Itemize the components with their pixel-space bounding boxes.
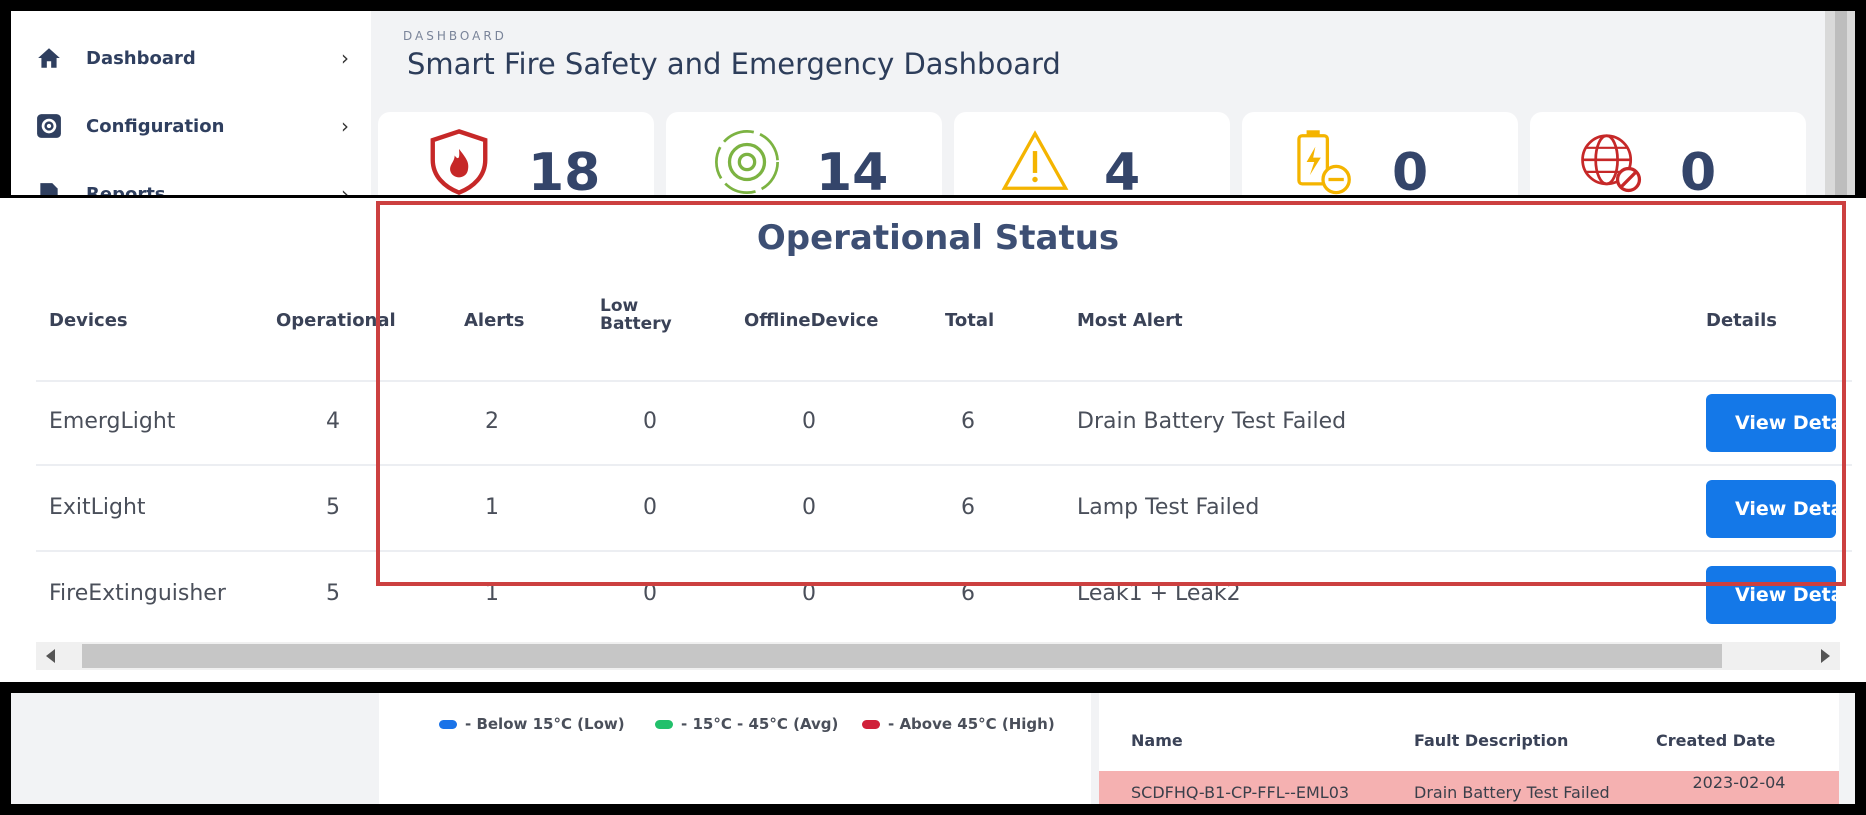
cell-total: 6	[961, 581, 975, 606]
cell-fault-description: Drain Battery Test Failed	[1414, 783, 1610, 802]
cell-total: 6	[961, 409, 975, 434]
stat-value: 0	[1392, 143, 1429, 195]
gear-icon	[36, 113, 62, 139]
cell-operational: 5	[326, 495, 340, 520]
dashboard-header-region: Dashboard › Configuration › Reports › DA…	[11, 11, 1855, 195]
cell-most-alert: Lamp Test Failed	[1077, 495, 1260, 520]
bottom-strip: - Below 15°C (Low) - 15°C - 45°C (Avg) -…	[0, 682, 1866, 815]
sidebar-item-label: Configuration	[86, 115, 225, 137]
top-strip: Dashboard › Configuration › Reports › DA…	[0, 0, 1866, 198]
legend-label: - Above 45°C (High)	[888, 715, 1055, 733]
scroll-left-icon[interactable]	[46, 649, 55, 663]
cell-low-battery: 0	[643, 409, 657, 434]
cell-low-battery: 0	[643, 581, 657, 606]
report-icon	[36, 181, 62, 195]
sidebar-item-dashboard[interactable]: Dashboard ›	[11, 33, 371, 83]
cell-alerts: 2	[485, 409, 499, 434]
stat-card-alerts[interactable]: 4	[954, 112, 1230, 195]
legend-swatch	[439, 719, 457, 729]
column-header-low-battery: Low Battery	[600, 297, 672, 334]
stat-card-low-battery[interactable]: 0	[1242, 112, 1518, 195]
sidebar-item-label: Dashboard	[86, 47, 196, 69]
cell-total: 6	[961, 495, 975, 520]
legend-item-avg: - 15°C - 45°C (Avg)	[655, 715, 838, 733]
column-header-alerts: Alerts	[464, 310, 525, 331]
sidebar-item-reports[interactable]: Reports ›	[11, 169, 371, 195]
cell-name: SCDFHQ-B1-CP-FFL--EML03	[1131, 783, 1350, 802]
cell-device: FireExtinguisher	[49, 581, 226, 606]
dashboard-lower-region: - Below 15°C (Low) - 15°C - 45°C (Avg) -…	[11, 693, 1855, 804]
scrollbar-thumb[interactable]	[1835, 11, 1847, 195]
low-battery-icon	[1288, 127, 1358, 195]
cell-operational: 4	[326, 409, 340, 434]
column-header-low-battery-line2: Battery	[600, 313, 672, 334]
stat-card-offline[interactable]: 0	[1530, 112, 1806, 195]
column-header-operational: Operational	[276, 310, 396, 331]
temperature-panel: - Below 15°C (Low) - 15°C - 45°C (Avg) -…	[379, 693, 1091, 804]
stat-value: 4	[1104, 143, 1141, 195]
cell-operational: 5	[326, 581, 340, 606]
legend-label: - 15°C - 45°C (Avg)	[681, 715, 839, 733]
cell-offline: 0	[802, 495, 816, 520]
scroll-right-icon[interactable]	[1821, 649, 1830, 663]
cell-device: EmergLight	[49, 409, 176, 434]
stat-card-operational[interactable]: 14	[666, 112, 942, 195]
chevron-right-icon: ›	[341, 182, 349, 195]
scrollbar-thumb[interactable]	[82, 644, 1722, 668]
chevron-right-icon: ›	[341, 114, 349, 138]
cell-most-alert: Drain Battery Test Failed	[1077, 409, 1347, 434]
chevron-right-icon: ›	[341, 46, 349, 70]
legend-swatch	[862, 719, 880, 729]
cell-device: ExitLight	[49, 495, 146, 520]
column-header-created-date: Created Date	[1656, 731, 1776, 750]
legend-swatch	[655, 719, 673, 729]
legend-item-high: - Above 45°C (High)	[862, 715, 1055, 733]
fault-table-panel: Name Fault Description Created Date SCDF…	[1099, 693, 1839, 804]
sidebar-item-configuration[interactable]: Configuration ›	[11, 101, 371, 151]
stat-value: 14	[816, 143, 889, 195]
row-divider	[36, 380, 1852, 382]
cell-offline: 0	[802, 409, 816, 434]
breadcrumb: DASHBOARD	[403, 29, 507, 43]
stat-value: 18	[528, 143, 601, 195]
gear-cycle-icon	[712, 127, 782, 195]
column-header-details: Details	[1706, 310, 1777, 331]
column-header-fault-description: Fault Description	[1414, 731, 1569, 750]
view-details-button[interactable]: View Details	[1706, 480, 1836, 538]
legend-item-low: - Below 15°C (Low)	[439, 715, 625, 733]
cell-alerts: 1	[485, 581, 499, 606]
column-header-devices: Devices	[49, 310, 128, 331]
sidebar: Dashboard › Configuration › Reports ›	[11, 11, 371, 195]
fire-shield-icon	[424, 127, 494, 195]
stat-card-fire-alarms[interactable]: 18	[378, 112, 654, 195]
view-details-button[interactable]: View Details	[1706, 566, 1836, 624]
operational-status-panel: Operational Status Devices Operational A…	[0, 198, 1866, 682]
column-header-most-alert: Most Alert	[1077, 310, 1183, 331]
cell-low-battery: 0	[643, 495, 657, 520]
warning-icon	[1000, 127, 1070, 195]
legend-label: - Below 15°C (Low)	[465, 715, 625, 733]
column-header-total: Total	[945, 310, 995, 331]
stat-value: 0	[1680, 143, 1717, 195]
column-header-offline: OfflineDevice	[744, 310, 879, 331]
column-header-name: Name	[1131, 731, 1183, 750]
cell-created-date: 2023-02-04	[1692, 773, 1786, 792]
cell-alerts: 1	[485, 495, 499, 520]
home-icon	[36, 45, 62, 71]
operational-status-table: Devices Operational Alerts Low Battery O…	[36, 198, 1852, 628]
sidebar-item-label: Reports	[86, 183, 166, 196]
cell-most-alert: Leak1 + Leak2	[1077, 581, 1241, 606]
offline-globe-icon	[1576, 127, 1646, 195]
page-title: Smart Fire Safety and Emergency Dashboar…	[407, 47, 1061, 81]
cell-offline: 0	[802, 581, 816, 606]
horizontal-scrollbar[interactable]	[36, 642, 1840, 670]
row-divider	[36, 464, 1852, 466]
view-details-button[interactable]: View Details	[1706, 394, 1836, 452]
vertical-scrollbar[interactable]	[1825, 11, 1855, 195]
row-divider	[36, 550, 1852, 552]
